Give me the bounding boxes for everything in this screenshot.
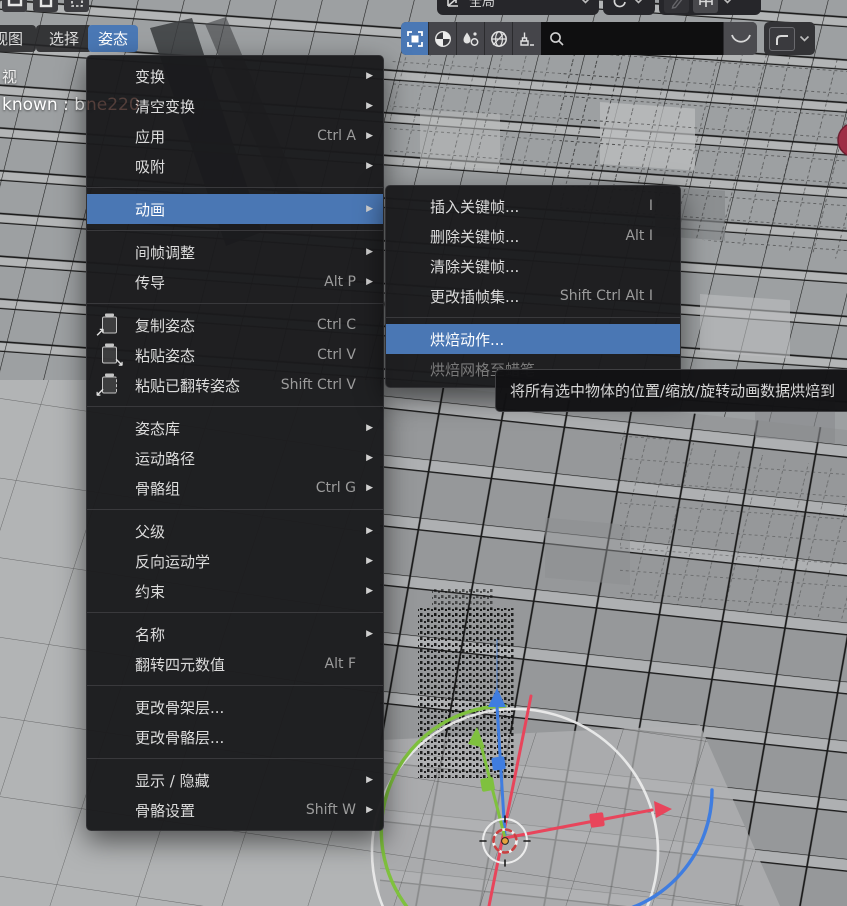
shading-sphere-icon bbox=[434, 30, 451, 47]
dashed-square-select-icon[interactable] bbox=[64, 0, 89, 12]
submenu-arrow-icon: ▶ bbox=[366, 556, 373, 566]
menu-item[interactable]: 烘焙动作... ▶ bbox=[386, 324, 680, 354]
menu-item[interactable]: 吸附 ▶ bbox=[87, 151, 383, 181]
submenu-arrow-icon: ▶ bbox=[366, 805, 373, 815]
menu-separator bbox=[87, 758, 383, 759]
menu-item[interactable]: 运动路径 ▶ bbox=[87, 443, 383, 473]
menu-separator bbox=[87, 406, 383, 407]
menu-item[interactable]: 粘贴姿态 Ctrl V ▶ bbox=[87, 340, 383, 370]
menu-item[interactable]: 约束 ▶ bbox=[87, 576, 383, 606]
menu-tab-view[interactable]: 视图 bbox=[0, 25, 36, 52]
animation-submenu-panel: 插入关键帧... I ▶ 删除关键帧... Alt I ▶ 清除关键帧... ▶… bbox=[385, 185, 681, 388]
menu-item[interactable]: 变换 ▶ bbox=[87, 61, 383, 91]
menu-separator bbox=[87, 303, 383, 304]
active-bone-overlay: known : bo bbox=[2, 95, 96, 115]
menu-item[interactable]: 插入关键帧... I ▶ bbox=[386, 191, 680, 221]
snap-increment-icon[interactable] bbox=[693, 0, 718, 13]
active-box-tool-icon bbox=[406, 30, 423, 47]
submenu-arrow-icon: ▶ bbox=[366, 247, 373, 257]
orientation-label: 全局 bbox=[469, 0, 496, 10]
menu-item[interactable]: 清除关键帧... ▶ bbox=[386, 251, 680, 281]
submenu-arrow-icon: ▶ bbox=[366, 453, 373, 463]
rotate-pivot-icon bbox=[613, 0, 626, 7]
rounded-corner-icon bbox=[769, 26, 795, 51]
menu-item[interactable]: 更改骨架层... ▶ bbox=[87, 692, 383, 722]
tooltip: 将所有选中物体的位置/缩放/旋转动画数据烘焙到 bbox=[495, 369, 847, 412]
paste-pose-icon bbox=[102, 343, 124, 370]
menu-item[interactable]: 显示 / 隐藏 ▶ bbox=[87, 765, 383, 795]
chevron-down-icon bbox=[724, 0, 731, 4]
menu-separator bbox=[87, 187, 383, 188]
view-name-overlay: 视 bbox=[2, 68, 18, 86]
menu-item[interactable]: 姿态库 ▶ bbox=[87, 413, 383, 443]
submenu-arrow-icon: ▶ bbox=[366, 775, 373, 785]
menu-item[interactable]: 应用 Ctrl A ▶ bbox=[87, 121, 383, 151]
submenu-arrow-icon: ▶ bbox=[366, 161, 373, 171]
chevron-down-icon bbox=[582, 0, 589, 4]
chevron-down-icon bbox=[799, 35, 810, 42]
select-mode-buttons bbox=[2, 0, 89, 12]
tool-search-input[interactable] bbox=[571, 30, 711, 47]
menu-tab-select[interactable]: 选择 bbox=[36, 25, 92, 52]
menu-separator bbox=[87, 612, 383, 613]
menu-item[interactable]: 复制姿态 Ctrl C ▶ bbox=[87, 310, 383, 340]
paste-flipped-pose-icon bbox=[95, 373, 117, 400]
menu-tab-pose[interactable]: 姿态 bbox=[88, 25, 138, 52]
submenu-arrow-icon: ▶ bbox=[366, 71, 373, 81]
menu-separator bbox=[386, 317, 680, 318]
paint-drops-button[interactable] bbox=[457, 22, 485, 55]
submenu-arrow-icon: ▶ bbox=[366, 483, 373, 493]
menu-item[interactable]: 删除关键帧... Alt I ▶ bbox=[386, 221, 680, 251]
brush-icon bbox=[519, 32, 534, 46]
orientation-axes-icon bbox=[447, 0, 458, 7]
tool-settings-strip bbox=[401, 22, 757, 55]
menu-item[interactable]: 更改骨骼层... ▶ bbox=[87, 722, 383, 752]
submenu-arrow-icon: ▶ bbox=[366, 526, 373, 536]
submenu-arrow-icon: ▶ bbox=[366, 277, 373, 287]
submenu-arrow-icon: ▶ bbox=[366, 629, 373, 639]
menu-item[interactable]: 粘贴已翻转姿态 Shift Ctrl V ▶ bbox=[87, 370, 383, 400]
smooth-falloff-icon bbox=[730, 34, 751, 43]
transform-orientation-dropdown[interactable]: 全局 bbox=[437, 0, 599, 15]
falloff-type-dropdown[interactable] bbox=[764, 22, 815, 55]
menu-item[interactable]: 骨骼设置 Shift W ▶ bbox=[87, 795, 383, 825]
menu-separator bbox=[87, 509, 383, 510]
shading-sphere-button[interactable] bbox=[429, 22, 457, 55]
submenu-arrow-icon: ▶ bbox=[366, 423, 373, 433]
tooltip-text: 将所有选中物体的位置/缩放/旋转动画数据烘焙到 bbox=[510, 382, 836, 400]
submenu-arrow-icon: ▶ bbox=[366, 101, 373, 111]
pivot-point-dropdown[interactable] bbox=[603, 0, 655, 15]
menu-item[interactable]: 传导 Alt P ▶ bbox=[87, 267, 383, 297]
menu-item[interactable]: 翻转四元数值 Alt F ▶ bbox=[87, 649, 383, 679]
menu-separator bbox=[87, 230, 383, 231]
brush-button[interactable] bbox=[513, 22, 541, 55]
menu-separator bbox=[87, 685, 383, 686]
active-box-tool-button[interactable] bbox=[401, 22, 429, 55]
copy-pose-icon bbox=[95, 313, 117, 340]
menu-item[interactable]: 间帧调整 ▶ bbox=[87, 237, 383, 267]
menu-item[interactable]: 父级 ▶ bbox=[87, 516, 383, 546]
submenu-arrow-icon: ▶ bbox=[366, 204, 373, 214]
smooth-falloff-button[interactable] bbox=[723, 22, 757, 55]
marquee-select-icon[interactable] bbox=[2, 0, 27, 12]
paint-drops-icon bbox=[463, 31, 479, 46]
menu-item[interactable]: 反向运动学 ▶ bbox=[87, 546, 383, 576]
submenu-arrow-icon: ▶ bbox=[366, 131, 373, 141]
active-bone-overlay-occluded: ne220 bbox=[86, 95, 140, 115]
snapping-controls bbox=[659, 0, 761, 15]
annotate-pencil-icon[interactable] bbox=[664, 0, 689, 13]
submenu-arrow-icon: ▶ bbox=[366, 586, 373, 596]
menu-item[interactable]: 骨骼组 Ctrl G ▶ bbox=[87, 473, 383, 503]
globe-button[interactable] bbox=[485, 22, 513, 55]
pose-menu-panel: 变换 ▶ 清空变换 ▶ 应用 Ctrl A ▶ 吸附 ▶ 动画 ▶ 间帧调整 ▶… bbox=[86, 55, 384, 831]
square-select-icon[interactable] bbox=[33, 0, 58, 12]
search-icon bbox=[550, 31, 564, 46]
tool-search-box[interactable] bbox=[541, 22, 723, 55]
chevron-down-icon bbox=[635, 0, 642, 4]
globe-icon bbox=[490, 30, 507, 47]
menu-item[interactable]: 动画 ▶ bbox=[87, 194, 383, 224]
menu-item[interactable]: 名称 ▶ bbox=[87, 619, 383, 649]
blender-window: 全局 视图 选择 姿态 视 known: bo ne220 变换 ▶ 清空变换… bbox=[0, 0, 847, 906]
menu-item[interactable]: 更改插帧集... Shift Ctrl Alt I ▶ bbox=[386, 281, 680, 311]
